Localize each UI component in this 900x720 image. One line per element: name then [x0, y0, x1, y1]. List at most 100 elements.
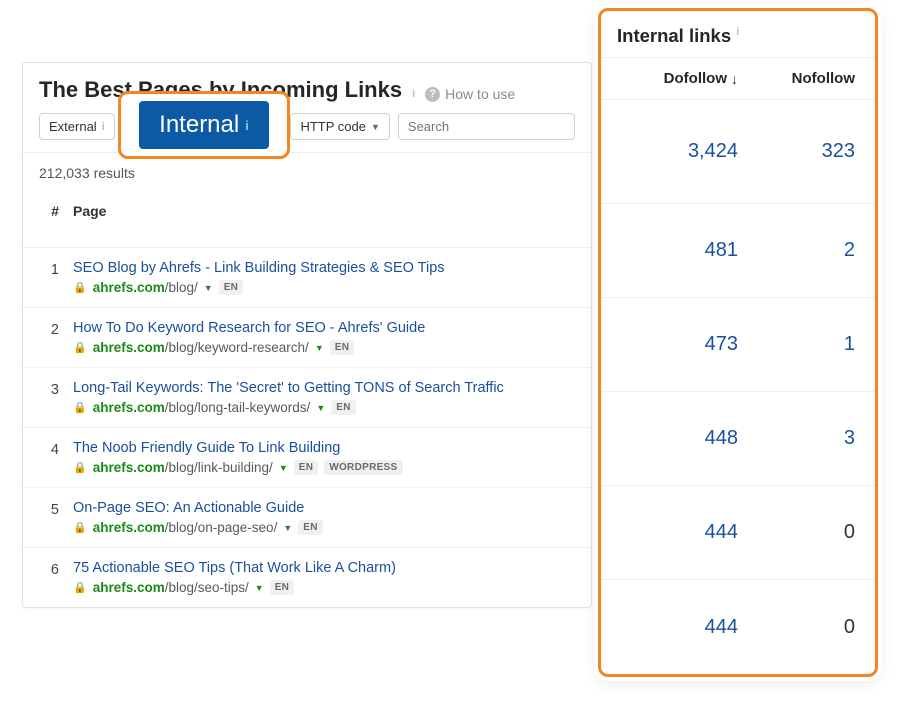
- table-header: # Page: [23, 193, 591, 248]
- internal-tab-label: Internal: [159, 111, 239, 139]
- panel-row: 4483: [601, 392, 875, 486]
- how-to-use-link[interactable]: ? How to use: [425, 86, 515, 102]
- nofollow-value[interactable]: 323: [738, 140, 855, 163]
- page-url[interactable]: ahrefs.com/blog/: [93, 280, 198, 295]
- url-domain[interactable]: ahrefs.com: [93, 340, 165, 355]
- url-path[interactable]: /blog/link-building/: [165, 460, 273, 475]
- url-line: 🔒ahrefs.com/blog/keyword-research/▼EN: [73, 340, 575, 355]
- url-dropdown-icon[interactable]: ▼: [316, 403, 325, 413]
- question-icon: ?: [425, 87, 440, 102]
- url-line: 🔒 ahrefs.com/blog/on-page-seo/ ▼ EN: [73, 520, 575, 535]
- internal-tab-highlight: Internal i: [118, 91, 290, 159]
- dofollow-value[interactable]: 473: [621, 333, 738, 356]
- url-line: 🔒ahrefs.com/blog/▼EN: [73, 280, 575, 295]
- row-index: 1: [39, 260, 73, 295]
- url-path[interactable]: /blog/: [165, 280, 198, 295]
- url-dropdown-icon[interactable]: ▼: [204, 283, 213, 293]
- lock-icon: 🔒: [73, 581, 87, 594]
- column-dofollow[interactable]: Dofollow ↓: [621, 70, 738, 87]
- dofollow-value[interactable]: 444: [621, 521, 738, 544]
- table-row: 675 Actionable SEO Tips (That Work Like …: [23, 547, 591, 607]
- url-path[interactable]: /blog/keyword-research/: [165, 340, 309, 355]
- platform-badge: WORDPRESS: [324, 460, 402, 475]
- url-line: 🔒 ahrefs.com/blog/long-tail-keywords/ ▼ EN: [73, 400, 575, 415]
- url-dropdown-icon[interactable]: ▼: [279, 463, 288, 473]
- panel-header-row: Dofollow ↓ Nofollow: [601, 58, 875, 100]
- url-domain[interactable]: ahrefs.com: [93, 580, 165, 595]
- panel-title: Internal links: [617, 25, 731, 46]
- page-url[interactable]: ahrefs.com/blog/on-page-seo/: [93, 520, 278, 535]
- dofollow-value[interactable]: 481: [621, 239, 738, 262]
- panel-row: 4731: [601, 298, 875, 392]
- column-nofollow[interactable]: Nofollow: [738, 70, 855, 87]
- how-to-use-label: How to use: [445, 86, 515, 102]
- chevron-down-icon: ▼: [371, 122, 380, 132]
- page-title-link[interactable]: The Noob Friendly Guide To Link Building: [73, 440, 340, 456]
- column-dofollow-label: Dofollow: [664, 70, 727, 87]
- dofollow-value[interactable]: 3,424: [621, 140, 738, 163]
- panel-title-row: Internal links i: [601, 11, 875, 58]
- internal-tab-button[interactable]: Internal i: [139, 101, 269, 149]
- url-domain[interactable]: ahrefs.com: [93, 520, 165, 535]
- filter-row: External i links ▼ Language ▼ HTTP code …: [23, 113, 591, 152]
- search-input[interactable]: [398, 113, 575, 140]
- lock-icon: 🔒: [73, 521, 87, 534]
- page-url[interactable]: ahrefs.com/blog/keyword-research/: [93, 340, 309, 355]
- table-row: 2How To Do Keyword Research for SEO - Ah…: [23, 307, 591, 367]
- nofollow-value[interactable]: 0: [738, 521, 855, 544]
- filter-external-label: External: [49, 119, 97, 134]
- info-icon: i: [245, 118, 249, 133]
- url-path[interactable]: /blog/on-page-seo/: [165, 520, 278, 535]
- url-dropdown-icon[interactable]: ▼: [283, 523, 292, 533]
- page-title-link[interactable]: How To Do Keyword Research for SEO - Ahr…: [73, 320, 425, 336]
- language-badge: EN: [270, 580, 295, 595]
- info-icon[interactable]: i: [412, 88, 415, 100]
- row-index: 2: [39, 320, 73, 355]
- url-path[interactable]: /blog/seo-tips/: [165, 580, 249, 595]
- main-report-card: The Best Pages by Incoming Links i ? How…: [22, 62, 592, 608]
- page-cell: The Noob Friendly Guide To Link Building…: [73, 440, 575, 475]
- results-count: 212,033: [39, 165, 90, 181]
- table-row: 5On-Page SEO: An Actionable Guide🔒ahrefs…: [23, 487, 591, 547]
- page-url[interactable]: ahrefs.com/blog/long-tail-keywords/: [93, 400, 311, 415]
- info-icon[interactable]: i: [736, 26, 739, 38]
- page-title-link[interactable]: On-Page SEO: An Actionable Guide: [73, 500, 304, 516]
- panel-row: 4812: [601, 204, 875, 298]
- nofollow-value[interactable]: 0: [738, 616, 855, 639]
- language-badge: EN: [331, 400, 356, 415]
- nofollow-value[interactable]: 3: [738, 427, 855, 450]
- nofollow-value[interactable]: 1: [738, 333, 855, 356]
- url-dropdown-icon[interactable]: ▼: [255, 583, 264, 593]
- filter-http-code[interactable]: HTTP code ▼: [290, 113, 389, 140]
- page-url[interactable]: ahrefs.com/blog/seo-tips/: [93, 580, 249, 595]
- url-domain[interactable]: ahrefs.com: [93, 280, 165, 295]
- filter-http-code-label: HTTP code: [300, 119, 366, 134]
- language-badge: EN: [294, 460, 319, 475]
- column-nofollow-label: Nofollow: [792, 70, 855, 87]
- page-url[interactable]: ahrefs.com/blog/link-building/: [93, 460, 273, 475]
- dofollow-value[interactable]: 444: [621, 616, 738, 639]
- table-row: 4The Noob Friendly Guide To Link Buildin…: [23, 427, 591, 487]
- row-index: 6: [39, 560, 73, 595]
- panel-row: 4440: [601, 486, 875, 580]
- page-title-link[interactable]: Long-Tail Keywords: The 'Secret' to Gett…: [73, 380, 504, 396]
- url-domain[interactable]: ahrefs.com: [93, 400, 165, 415]
- page-title-link[interactable]: SEO Blog by Ahrefs - Link Building Strat…: [73, 260, 445, 276]
- row-index: 3: [39, 380, 73, 415]
- language-badge: EN: [219, 280, 244, 295]
- url-path[interactable]: /blog/long-tail-keywords/: [165, 400, 311, 415]
- column-page[interactable]: Page: [73, 203, 575, 219]
- panel-row: 3,424323: [601, 100, 875, 204]
- filter-external[interactable]: External i: [39, 113, 115, 140]
- page-title-link[interactable]: 75 Actionable SEO Tips (That Work Like A…: [73, 560, 396, 576]
- nofollow-value[interactable]: 2: [738, 239, 855, 262]
- row-index: 4: [39, 440, 73, 475]
- language-badge: EN: [298, 520, 323, 535]
- dofollow-value[interactable]: 448: [621, 427, 738, 450]
- page-cell: On-Page SEO: An Actionable Guide 🔒 ahrefs.…: [73, 500, 575, 535]
- url-dropdown-icon[interactable]: ▼: [315, 343, 324, 353]
- column-index[interactable]: #: [39, 203, 73, 219]
- page-cell: Long-Tail Keywords: The 'Secret' to Gett…: [73, 380, 575, 415]
- lock-icon: 🔒: [73, 401, 87, 414]
- url-domain[interactable]: ahrefs.com: [93, 460, 165, 475]
